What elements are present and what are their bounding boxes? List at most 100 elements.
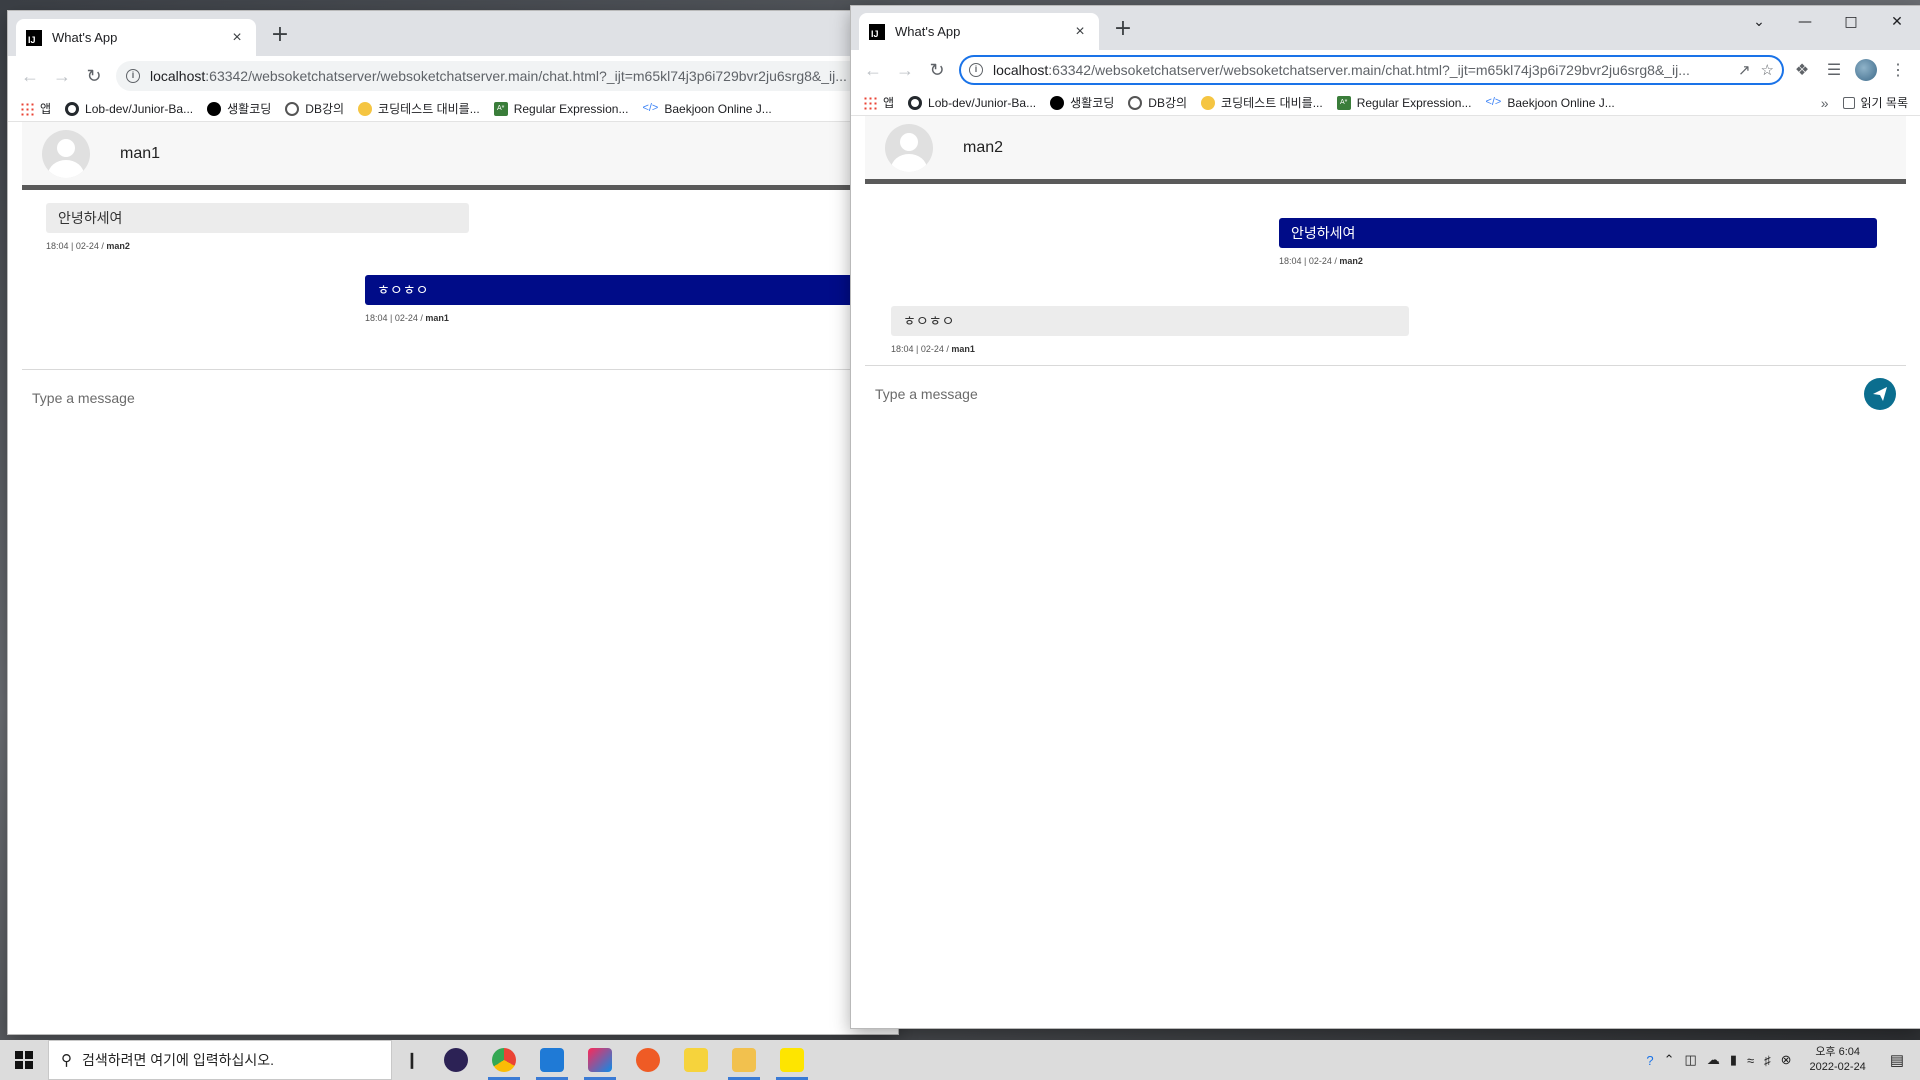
bookmark-life-coding[interactable]: 생활코딩 [1050,94,1114,111]
help-icon[interactable]: ? [1646,1053,1653,1068]
mute-icon[interactable]: ⊗ [1781,1052,1792,1068]
cloud-icon[interactable]: ☁ [1707,1052,1720,1068]
apps-icon [863,95,877,110]
reading-list-button[interactable]: 읽기 목록 [1842,94,1908,111]
more-menu-icon[interactable]: ⋮ [1884,56,1912,84]
taskbar-chrome[interactable] [480,1040,528,1080]
intellij-favicon-icon: IJ [869,23,885,40]
taskbar-search[interactable]: ⚲ 검색하려면 여기에 입력하십시오. [48,1040,392,1080]
taskbar-postman[interactable] [624,1040,672,1080]
media-control-icon[interactable]: ☰ [1820,56,1848,84]
notes-icon [684,1048,708,1072]
apps-icon [20,101,34,116]
tab-whats-app[interactable]: IJ What's App × [16,19,256,56]
back-arrow-icon[interactable]: ← [16,62,44,90]
bookmark-regex[interactable]: A* Regular Expression... [1336,95,1471,110]
black-circle-icon [207,101,222,116]
info-icon[interactable]: i [969,63,983,77]
bookmark-baekjoon[interactable]: </> Baekjoon Online J... [1485,96,1614,110]
yellow-circle-icon [358,101,373,116]
tab-strip: IJ What's App × + ⌄ — □ ✕ [851,6,1920,50]
taskbar-intellij[interactable] [576,1040,624,1080]
bookmark-life-coding[interactable]: 생활코딩 [207,100,271,117]
bookmark-apps[interactable]: 앱 [863,94,894,111]
taskbar-kakaotalk[interactable] [768,1040,816,1080]
close-tab-icon[interactable]: × [1071,23,1089,41]
share-icon[interactable]: ↗ [1738,61,1751,79]
notification-icon[interactable]: ▤ [1884,1051,1910,1069]
bookmark-db[interactable]: DB강의 [1128,94,1187,111]
close-window-icon[interactable]: ✕ [1874,6,1920,38]
bookmark-coding-test[interactable]: 코딩테스트 대비를... [358,100,480,117]
back-arrow-icon[interactable]: ← [859,56,887,84]
start-button[interactable] [0,1040,48,1080]
tab-search-chevron-icon[interactable]: ⌄ [1736,6,1782,38]
bookmark-github[interactable]: Lob-dev/Junior-Ba... [65,101,194,116]
bookmark-baekjoon[interactable]: </> Baekjoon Online J... [642,102,771,116]
address-bar[interactable]: i localhost:63342/websoketchatserver/web… [959,55,1784,85]
info-icon[interactable]: i [126,69,140,83]
volume-icon[interactable]: ♯ [1764,1053,1771,1068]
taskbar-file-explorer[interactable] [720,1040,768,1080]
url-path: :63342/websoketchatserver/websoketchatse… [205,68,847,84]
address-bar[interactable]: i localhost:63342/websoketchatserver/web… [116,61,890,91]
device-icon[interactable]: ◫ [1685,1052,1697,1068]
reload-icon[interactable]: ↻ [923,56,951,84]
chat-page: man1 안녕하세여 18:04 | 02-24 / man2 ㅎㅇㅎㅇ 18:… [8,122,898,426]
send-plane-icon [1873,387,1887,401]
profile-avatar[interactable] [1852,56,1880,84]
bookmark-db[interactable]: DB강의 [285,100,344,117]
bookmark-label: 코딩테스트 대비를... [378,102,480,116]
message-input[interactable] [32,390,874,406]
intellij-icon [588,1048,612,1072]
windows-taskbar: ⚲ 검색하려면 여기에 입력하십시오. ❙ ? ⌃ ◫ ☁ ▮ ≈ ♯ ⊗ 오후… [0,1040,1920,1080]
chat-header: man1 [22,122,884,190]
message-composer [865,366,1906,422]
message-sender: man2 [106,241,130,251]
github-icon [65,101,80,116]
taskbar-clock[interactable]: 오후 6:04 2022-02-24 [1802,1045,1874,1075]
db-icon [1128,95,1143,110]
extensions-puzzle-icon[interactable]: ❖ [1788,56,1816,84]
bookmark-label: Baekjoon Online J... [1507,95,1615,110]
forward-arrow-icon[interactable]: → [891,56,919,84]
browser-window-left: IJ What's App × + ← → ↻ i localhost:6334… [8,11,898,1034]
browser-window-right: IJ What's App × + ⌄ — □ ✕ ← → ↻ i localh… [851,6,1920,1028]
taskbar-eclipse[interactable] [432,1040,480,1080]
new-tab-button[interactable]: + [266,22,294,50]
send-button[interactable] [1864,378,1896,410]
taskbar-vscode[interactable] [528,1040,576,1080]
taskbar-notes[interactable] [672,1040,720,1080]
bookmark-label: 생활코딩 [227,102,272,116]
bookmark-apps[interactable]: 앱 [20,100,51,117]
bookmark-regex[interactable]: A* Regular Expression... [493,101,628,116]
bookmarks-overflow-icon[interactable]: » [1821,95,1829,111]
bookmark-label: 앱 [883,96,895,110]
minimize-icon[interactable]: — [1782,6,1828,38]
profile-image [1855,59,1877,81]
bookmark-github[interactable]: Lob-dev/Junior-Ba... [908,95,1036,110]
message-bubble: ㅎㅇㅎㅇ [365,275,885,305]
close-tab-icon[interactable]: × [228,29,246,47]
task-view-icon[interactable]: ❙ [392,1050,432,1070]
bookmark-label: 생활코딩 [1070,96,1115,110]
maximize-icon[interactable]: □ [1828,6,1874,38]
message-input[interactable] [875,386,1864,402]
new-tab-button[interactable]: + [1109,16,1137,44]
postman-icon [636,1048,660,1072]
clock-time: 오후 6:04 [1815,1046,1861,1058]
db-icon [285,101,300,116]
reload-icon[interactable]: ↻ [80,62,108,90]
message-composer [22,370,884,426]
window-controls: ⌄ — □ ✕ [1736,6,1920,38]
bookmark-label: Lob-dev/Junior-Ba... [85,101,194,116]
star-icon[interactable]: ☆ [1761,61,1774,79]
forward-arrow-icon[interactable]: → [48,62,76,90]
tab-whats-app[interactable]: IJ What's App × [859,13,1099,50]
message-bubble: ㅎㅇㅎㅇ [891,306,1409,336]
message-bubble: 안녕하세여 [1279,218,1877,248]
bookmark-coding-test[interactable]: 코딩테스트 대비를... [1201,94,1323,111]
wifi-icon[interactable]: ≈ [1747,1053,1754,1068]
battery-icon[interactable]: ▮ [1730,1052,1737,1068]
chevron-up-icon[interactable]: ⌃ [1664,1052,1675,1068]
